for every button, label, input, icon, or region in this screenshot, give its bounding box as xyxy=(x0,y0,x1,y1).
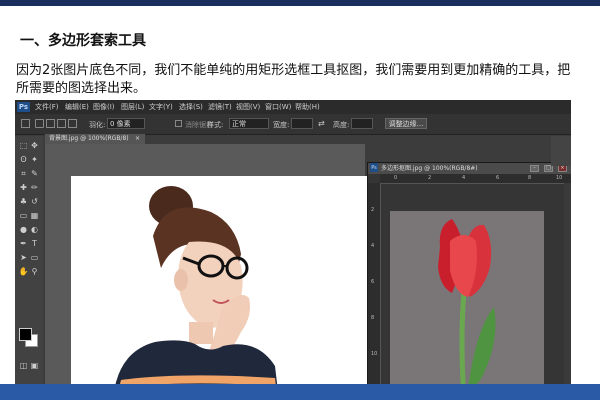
vertical-scrollbar[interactable] xyxy=(564,183,571,400)
menu-edit[interactable]: 编辑(E) xyxy=(65,102,89,112)
ruler-tick: 8 xyxy=(528,175,532,181)
girl-photo-canvas[interactable] xyxy=(71,176,367,400)
height-label: 高度: xyxy=(333,121,350,129)
marquee-tool[interactable]: ⬚ xyxy=(18,140,29,151)
menu-help[interactable]: 帮助(H) xyxy=(295,102,320,112)
menu-file[interactable]: 文件(F) xyxy=(35,102,59,112)
horizontal-ruler: 0 2 4 6 8 10 xyxy=(380,174,571,184)
add-selection-icon[interactable] xyxy=(46,119,55,128)
tulip-photo-canvas[interactable] xyxy=(390,211,544,399)
width-label: 宽度: xyxy=(273,121,290,129)
maximize-icon[interactable]: □ xyxy=(544,165,553,172)
clone-stamp-tool[interactable]: ♣ xyxy=(18,196,29,207)
document-tab-background[interactable]: 背景图.jpg @ 100%(RGB/8) × xyxy=(45,134,145,144)
shape-tool[interactable]: ▭ xyxy=(29,252,40,263)
panel-dock xyxy=(551,136,571,166)
foreground-color-swatch[interactable] xyxy=(19,328,32,341)
girl-photo xyxy=(71,176,367,400)
feather-input[interactable]: 0 像素 xyxy=(107,118,145,129)
dodge-tool[interactable]: ◐ xyxy=(29,224,40,235)
description-paragraph: 因为2张图片底色不同，我们不能单纯的用矩形选框工具抠图，我们需要用到更加精确的工… xyxy=(16,63,571,96)
ruler-tick: 10 xyxy=(556,175,563,181)
magic-wand-tool[interactable]: ✦ xyxy=(29,154,40,165)
new-selection-icon[interactable] xyxy=(35,119,44,128)
document-tab-label: 背景图.jpg @ 100%(RGB/8) xyxy=(49,135,129,142)
antialias-checkbox[interactable] xyxy=(175,120,182,127)
width-input[interactable] xyxy=(291,118,313,129)
blur-tool[interactable]: ● xyxy=(18,224,29,235)
minimize-icon[interactable]: – xyxy=(530,165,539,172)
hand-tool[interactable]: ✋ xyxy=(18,266,29,277)
tulip-window-title-text: 多边形抠图.jpg @ 100%(RGB/8#) xyxy=(381,165,478,172)
ruler-tick: 8 xyxy=(371,315,375,321)
ruler-tick: 0 xyxy=(394,175,398,181)
path-selection-tool[interactable]: ➤ xyxy=(18,252,29,263)
tools-panel: ⬚ ✥ ʘ ✦ ⌗ ✎ ✚ ✏ ♣ ↺ ▭ ▦ ● ◐ ✒ T ➤ ▭ ✋ ⚲ … xyxy=(15,136,43,400)
close-icon[interactable]: × xyxy=(558,165,567,172)
eyedropper-tool[interactable]: ✎ xyxy=(29,168,40,179)
screen-mode-icon[interactable]: ▣ xyxy=(29,360,40,371)
menu-select[interactable]: 选择(S) xyxy=(179,102,203,112)
tulip-window-title[interactable]: Ps 多边形抠图.jpg @ 100%(RGB/8#) xyxy=(368,163,571,174)
history-brush-tool[interactable]: ↺ xyxy=(29,196,40,207)
close-icon[interactable]: × xyxy=(135,134,140,144)
healing-tool[interactable]: ✚ xyxy=(18,182,29,193)
ruler-tick: 6 xyxy=(496,175,500,181)
menu-layer[interactable]: 图层(L) xyxy=(121,102,144,112)
swap-icon[interactable]: ⇄ xyxy=(318,119,325,128)
lasso-tool[interactable]: ʘ xyxy=(18,154,29,165)
eraser-tool[interactable]: ▭ xyxy=(18,210,29,221)
refine-edge-button[interactable]: 调整边缘... xyxy=(385,118,427,129)
photoshop-logo: Ps xyxy=(17,102,30,112)
vertical-ruler: 2 4 6 8 10 xyxy=(368,183,381,400)
photoshop-window: Ps 文件(F) 编辑(E) 图像(I) 图层(L) 文字(Y) 选择(S) 滤… xyxy=(15,100,571,400)
move-tool[interactable]: ✥ xyxy=(29,140,40,151)
crop-tool[interactable]: ⌗ xyxy=(18,168,29,179)
style-select[interactable]: 正常 xyxy=(229,118,269,129)
tulip-photo xyxy=(390,211,544,399)
ruler-tick: 4 xyxy=(371,243,375,249)
top-accent-bar xyxy=(0,0,600,6)
subtract-selection-icon[interactable] xyxy=(57,119,66,128)
brush-tool[interactable]: ✏ xyxy=(29,182,40,193)
bottom-accent-bar xyxy=(0,384,600,400)
ruler-tick: 2 xyxy=(428,175,432,181)
marquee-tool-icon[interactable] xyxy=(21,119,30,128)
ps-doc-icon: Ps xyxy=(370,163,378,172)
menu-window[interactable]: 窗口(W) xyxy=(265,102,291,112)
ruler-tick: 10 xyxy=(371,351,378,357)
gradient-tool[interactable]: ▦ xyxy=(29,210,40,221)
type-tool[interactable]: T xyxy=(29,238,40,249)
menu-image[interactable]: 图像(I) xyxy=(93,102,115,112)
options-bar: 羽化: 0 像素 消除锯齿 样式: 正常 宽度: ⇄ 高度: 调整边缘... xyxy=(15,114,571,135)
menu-type[interactable]: 文字(Y) xyxy=(149,102,173,112)
section-heading: 一、多边形套索工具 xyxy=(20,33,146,49)
pen-tool[interactable]: ✒ xyxy=(18,238,29,249)
style-label: 样式: xyxy=(207,121,224,129)
intersect-selection-icon[interactable] xyxy=(68,119,77,128)
ruler-tick: 6 xyxy=(371,279,375,285)
height-input[interactable] xyxy=(351,118,373,129)
menu-bar: Ps 文件(F) 编辑(E) 图像(I) 图层(L) 文字(Y) 选择(S) 滤… xyxy=(15,100,571,114)
ruler-tick: 2 xyxy=(371,207,375,213)
menu-filter[interactable]: 滤镜(T) xyxy=(208,102,232,112)
feather-label: 羽化: xyxy=(89,121,106,129)
zoom-tool[interactable]: ⚲ xyxy=(29,266,40,277)
quick-mask-icon[interactable]: ◫ xyxy=(18,360,29,371)
menu-view[interactable]: 视图(V) xyxy=(236,102,260,112)
ruler-tick: 4 xyxy=(462,175,466,181)
tulip-document-window: Ps 多边形抠图.jpg @ 100%(RGB/8#) – □ × 0 2 4 … xyxy=(367,162,571,400)
